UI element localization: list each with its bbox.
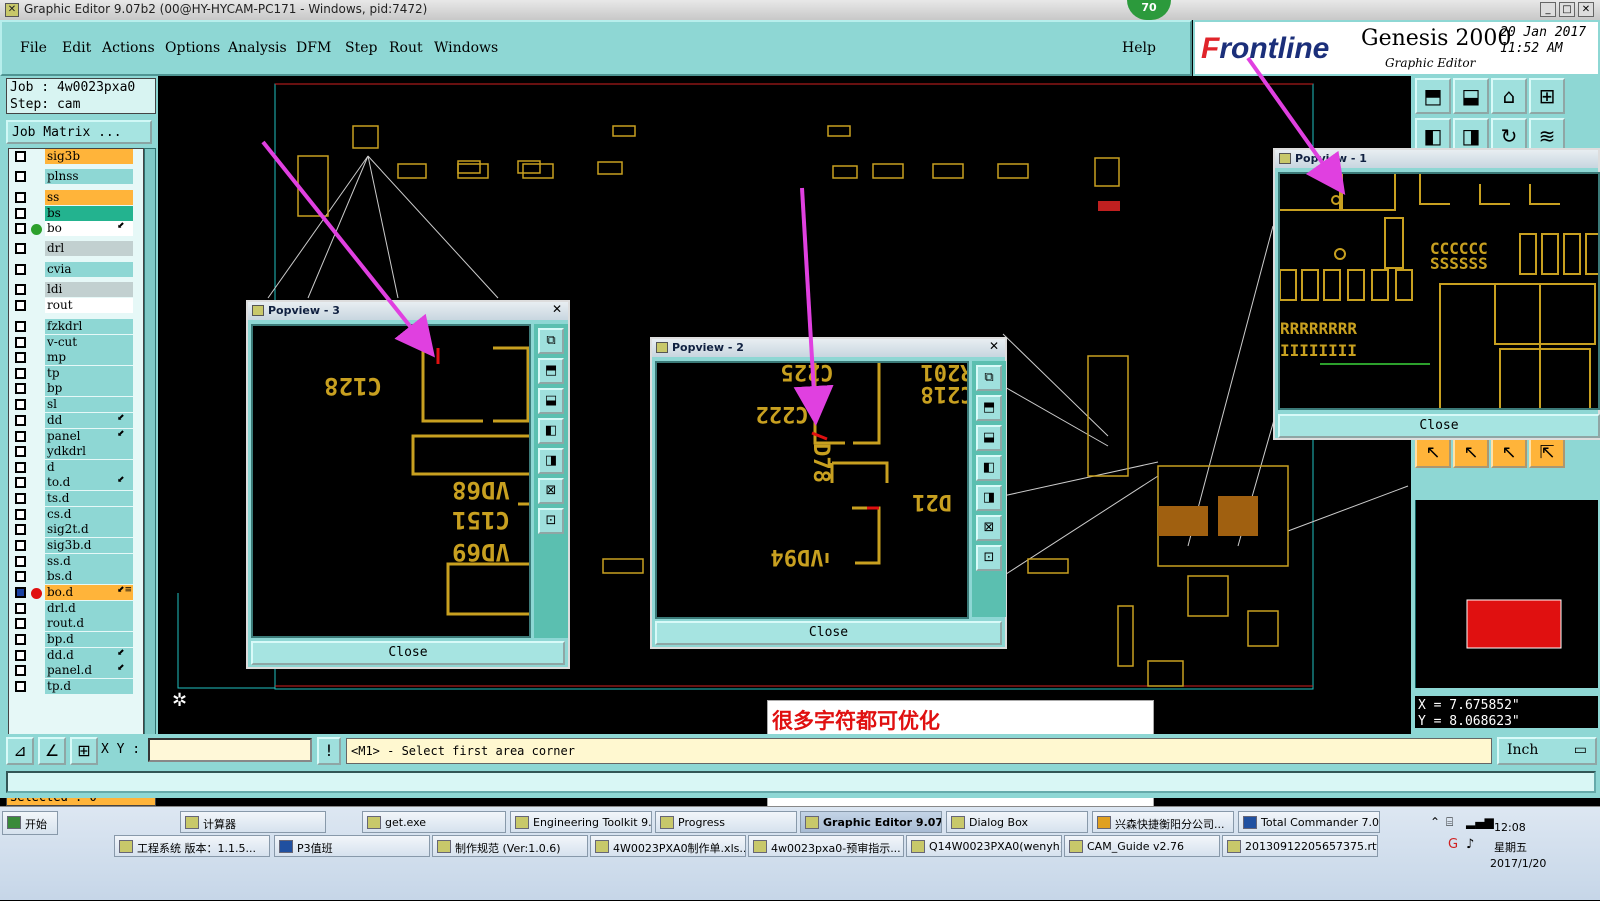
- app-icon: [1243, 816, 1257, 829]
- task-item[interactable]: 20130912205657375.rtf...: [1222, 835, 1378, 857]
- app-icon: [515, 816, 529, 829]
- message-field: [6, 771, 1596, 793]
- system-tray: ⌃ ⌸ ▂▄▆ G ♪ 12:08 星期五 2017/1/20: [1424, 807, 1600, 901]
- app-icon: [1227, 840, 1241, 853]
- app-icon: [595, 840, 609, 853]
- chevron-down-icon: ▭: [1573, 742, 1587, 758]
- app-icon: [753, 840, 767, 853]
- windows-taskbar: 开始 计算器 get.exe Engineering Toolkit 9....…: [0, 806, 1600, 900]
- app-icon: [805, 816, 819, 829]
- command-prompt: <M1> - Select first area corner: [346, 738, 1492, 764]
- volume-icon[interactable]: ♪: [1466, 837, 1474, 852]
- clock-time[interactable]: 12:08: [1494, 821, 1526, 834]
- measure-icon[interactable]: ⊿: [6, 737, 34, 765]
- task-item[interactable]: 4w0023pxa0-预审指示...: [748, 835, 904, 857]
- app-icon: [279, 840, 293, 853]
- app-icon: [437, 840, 451, 853]
- app-icon: [1069, 840, 1083, 853]
- task-item[interactable]: 计算器: [180, 811, 326, 833]
- xy-label: X Y :: [101, 742, 141, 757]
- message-bar: [0, 768, 1600, 798]
- unit-selector[interactable]: Inch ▭: [1497, 737, 1597, 765]
- signal-icon[interactable]: ▂▄▆: [1466, 815, 1494, 829]
- annotation-note-text: 很多字符都可优化: [772, 708, 940, 733]
- task-item[interactable]: 制作规范 (Ver:1.0.6): [432, 835, 588, 857]
- task-item[interactable]: P3值班: [274, 835, 430, 857]
- app-icon: [1097, 816, 1111, 829]
- task-item[interactable]: 兴森快捷衡阳分公司...: [1092, 811, 1234, 833]
- clock-weekday: 星期五: [1494, 841, 1527, 854]
- start-button[interactable]: 开始: [2, 811, 58, 835]
- task-item[interactable]: Total Commander 7.0 ...: [1238, 811, 1380, 833]
- task-item-active[interactable]: Graphic Editor 9.07...: [800, 811, 942, 833]
- task-item[interactable]: Engineering Toolkit 9....: [510, 811, 652, 833]
- task-item[interactable]: Dialog Box: [946, 811, 1088, 833]
- task-item[interactable]: Q14W0023PXA0(wenyh)...: [906, 835, 1062, 857]
- task-item[interactable]: CAM_Guide v2.76: [1064, 835, 1220, 857]
- grid-snap-icon[interactable]: ⊞: [70, 737, 98, 765]
- app-icon: [951, 816, 965, 829]
- alert-icon[interactable]: !: [317, 737, 341, 765]
- app-icon: [367, 816, 381, 829]
- task-item[interactable]: 4W0023PXA0制作单.xls...: [590, 835, 746, 857]
- calculator-icon: [185, 816, 199, 829]
- windows-flag-icon: [7, 816, 21, 829]
- app-icon: [911, 840, 925, 853]
- task-item[interactable]: Progress: [655, 811, 797, 833]
- command-bar: ⊿ ∠ ⊞ X Y : ! <M1> - Select first area c…: [0, 734, 1600, 768]
- google-icon[interactable]: G: [1448, 837, 1458, 852]
- task-item[interactable]: 工程系统 版本：1.1.5...: [114, 835, 270, 857]
- app-icon: [660, 816, 674, 829]
- network-icon[interactable]: ⌸: [1446, 815, 1453, 830]
- task-item[interactable]: get.exe: [362, 811, 506, 833]
- clock-date: 2017/1/20: [1490, 857, 1547, 870]
- app-icon: [119, 840, 133, 853]
- xy-input[interactable]: [148, 738, 312, 762]
- tray-up-icon[interactable]: ⌃: [1430, 815, 1440, 829]
- angle-icon[interactable]: ∠: [38, 737, 66, 765]
